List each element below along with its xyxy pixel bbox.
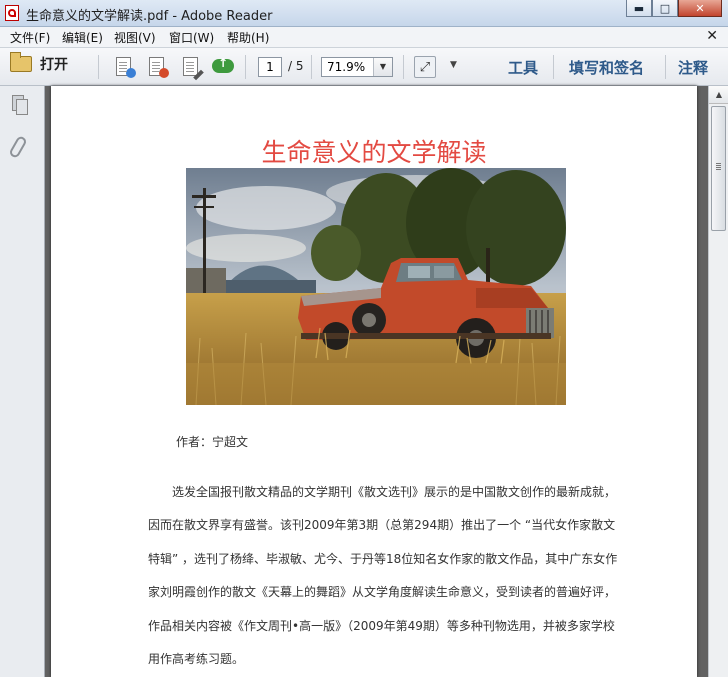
- create-pdf-icon: [115, 56, 136, 78]
- tools-button[interactable]: 工具: [508, 57, 538, 78]
- minimize-button[interactable]: ▬: [626, 0, 652, 17]
- attachments-paperclip-icon[interactable]: [8, 134, 28, 160]
- fullscreen-button[interactable]: ⤢: [414, 56, 436, 78]
- paragraph-line: 作品相关内容被《作文周刊•高一版》（2009年第49期）等多种刊物选用，并被多家…: [148, 618, 615, 633]
- folder-icon: [10, 52, 32, 72]
- zoom-select[interactable]: 71.9% ▼: [321, 57, 393, 77]
- upload-button[interactable]: [211, 55, 235, 77]
- toolbar-divider: [245, 55, 246, 79]
- menu-help[interactable]: 帮助(H): [227, 29, 269, 46]
- export-pdf-icon: [148, 56, 169, 78]
- menu-view[interactable]: 视图(V): [114, 29, 156, 46]
- open-button-label: 打开: [40, 57, 68, 73]
- toolbar-divider: [665, 55, 666, 79]
- edit-document-icon: [182, 56, 204, 80]
- toolbar-divider: [403, 55, 404, 79]
- create-pdf-button[interactable]: [111, 55, 136, 78]
- menu-edit[interactable]: 编辑(E): [62, 29, 103, 46]
- page-thumbnails-icon[interactable]: [12, 95, 28, 115]
- paragraph-line: 家刘明霞创作的散文《天幕上的舞蹈》从文学角度解读生命意义，受到读者的普遍好评，: [148, 585, 617, 600]
- document-title: 生命意义的文学解读: [261, 138, 487, 167]
- window-titlebar: 生命意义的文学解读.pdf - Adobe Reader ▬ □ ✕: [0, 0, 728, 27]
- edit-document-button[interactable]: [178, 55, 204, 80]
- rusty-pickup-truck-photo: [186, 168, 566, 405]
- toolbar-divider: [311, 55, 312, 79]
- window-controls: ▬ □ ✕: [626, 0, 722, 18]
- menu-bar: 文件(F) 编辑(E) 视图(V) 窗口(W) 帮助(H) ✕: [0, 27, 728, 48]
- toolbar-divider: [553, 55, 554, 79]
- body-paragraph: 选发全国报刊散文精品的文学期刊《散文选刊》展示的是中国散文创作的最新成就， 因而…: [148, 476, 618, 676]
- open-button[interactable]: 打开: [10, 52, 68, 74]
- paragraph-line: 特辑” ，选刊了杨绛、毕淑敏、尤今、于丹等18位知名女作家的散文作品，其中广东女…: [148, 551, 618, 566]
- author-line: 作者：宁超文: [176, 435, 249, 449]
- paragraph-line: 用作高考练习题。: [148, 652, 245, 667]
- navigation-panel: [0, 86, 45, 677]
- close-button[interactable]: ✕: [678, 0, 722, 17]
- toolbar-divider: [98, 55, 99, 79]
- vertical-scrollbar[interactable]: ▲: [708, 86, 728, 677]
- menu-window[interactable]: 窗口(W): [169, 29, 214, 46]
- cloud-upload-icon: [212, 56, 234, 73]
- window-title: 生命意义的文学解读.pdf - Adobe Reader: [26, 9, 273, 24]
- close-document-icon[interactable]: ✕: [706, 28, 718, 44]
- page-number-input[interactable]: 1: [258, 57, 282, 77]
- scroll-up-arrow-icon[interactable]: ▲: [709, 86, 728, 104]
- menu-file[interactable]: 文件(F): [10, 29, 50, 46]
- paragraph-line: 因而在散文界享有盛誉。该刊2009年第3期（总第294期）推出了一个 “当代女作…: [148, 518, 616, 533]
- paragraph-line: 选发全国报刊散文精品的文学期刊《散文选刊》展示的是中国散文创作的最新成就，: [172, 485, 617, 499]
- toolbar: 打开 1 / 5 71.9% ▼ ⤢ ▼ 工具 填写和签名 注释: [0, 48, 728, 86]
- export-pdf-button[interactable]: [144, 55, 169, 78]
- zoom-value: 71.9%: [327, 60, 366, 74]
- maximize-button[interactable]: □: [652, 0, 678, 17]
- page-total: / 5: [288, 59, 304, 73]
- adobe-reader-icon: [5, 5, 19, 21]
- document-viewport[interactable]: 生命意义的文学解读 作者：宁超文 选发全国报刊散文精品的文学期刊《散文选刊》展示…: [45, 86, 708, 677]
- expand-arrows-icon: ⤢: [419, 59, 431, 75]
- chevron-down-icon[interactable]: ▼: [373, 58, 392, 76]
- pdf-page: 生命意义的文学解读 作者：宁超文 选发全国报刊散文精品的文学期刊《散文选刊》展示…: [51, 86, 697, 677]
- comment-button[interactable]: 注释: [678, 57, 708, 78]
- fill-and-sign-button[interactable]: 填写和签名: [569, 57, 644, 78]
- scrollbar-thumb[interactable]: [711, 106, 726, 231]
- more-tools-chevron-icon[interactable]: ▼: [450, 60, 457, 70]
